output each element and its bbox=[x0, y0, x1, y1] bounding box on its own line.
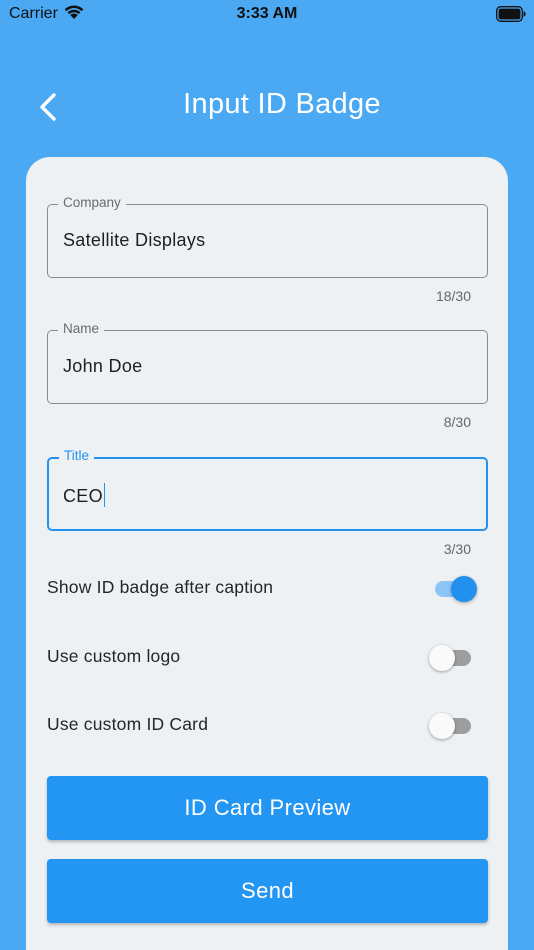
battery-icon bbox=[496, 6, 526, 22]
clock: 3:33 AM bbox=[236, 5, 298, 22]
name-counter: 8/30 bbox=[443, 414, 471, 430]
company-value[interactable]: Satellite Displays bbox=[63, 230, 205, 251]
title-input[interactable]: CEO bbox=[63, 483, 106, 507]
name-value[interactable]: John Doe bbox=[63, 356, 142, 377]
toggle-thumb bbox=[451, 576, 477, 602]
company-counter: 18/30 bbox=[435, 288, 471, 304]
toggle-thumb bbox=[429, 713, 455, 739]
form-card: Company Satellite Displays 18/30 Name Jo… bbox=[26, 157, 508, 950]
show-badge-toggle[interactable] bbox=[429, 575, 477, 603]
text-caret bbox=[103, 483, 106, 507]
company-field[interactable]: Company Satellite Displays bbox=[47, 195, 488, 278]
custom-card-toggle[interactable] bbox=[429, 712, 477, 740]
title-label: Title bbox=[59, 448, 95, 463]
custom-logo-row: Use custom logo bbox=[47, 642, 477, 672]
custom-card-label: Use custom ID Card bbox=[47, 714, 209, 734]
name-label: Name bbox=[58, 321, 105, 336]
show-badge-row: Show ID badge after caption bbox=[47, 573, 477, 603]
custom-logo-toggle[interactable] bbox=[429, 644, 477, 672]
title-field[interactable]: Title CEO bbox=[47, 448, 488, 531]
status-bar: Carrier 3:33 AM bbox=[0, 0, 534, 30]
custom-card-row: Use custom ID Card bbox=[47, 710, 477, 740]
toggle-thumb bbox=[429, 645, 455, 671]
company-label: Company bbox=[58, 195, 126, 210]
id-card-preview-button[interactable]: ID Card Preview bbox=[47, 776, 488, 840]
custom-logo-label: Use custom logo bbox=[47, 646, 181, 666]
title-counter: 3/30 bbox=[443, 541, 471, 557]
send-button[interactable]: Send bbox=[47, 859, 488, 923]
page-title: Input ID Badge bbox=[183, 88, 381, 120]
name-field[interactable]: Name John Doe bbox=[47, 321, 488, 404]
show-badge-label: Show ID badge after caption bbox=[47, 577, 274, 597]
title-value: CEO bbox=[63, 486, 103, 506]
